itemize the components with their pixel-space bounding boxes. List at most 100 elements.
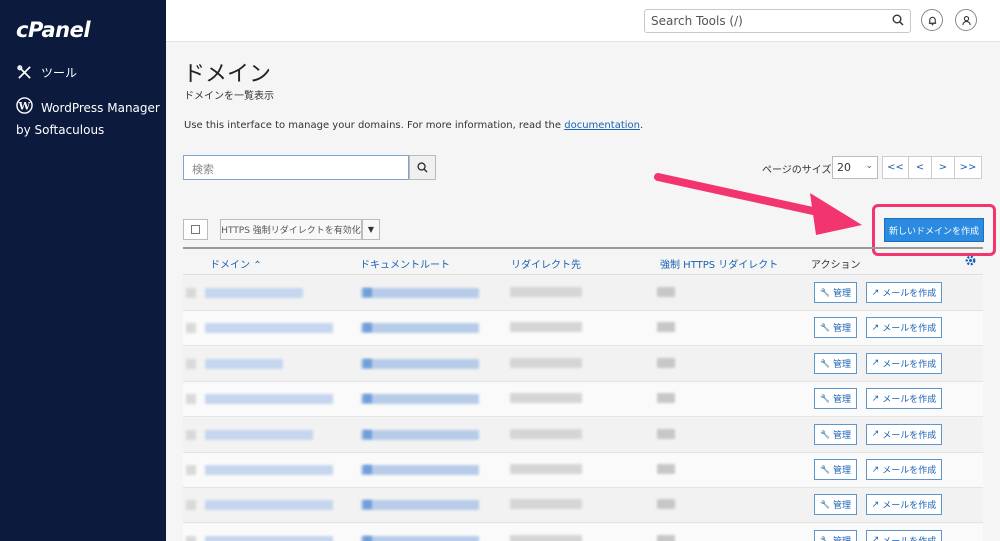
create-email-button[interactable]: ↗メールを作成 — [866, 459, 942, 480]
redacted-domain — [205, 465, 333, 475]
search-icon[interactable] — [892, 14, 904, 29]
external-link-icon: ↗ — [871, 464, 880, 475]
column-header-document-root[interactable]: ドキュメントルート — [360, 256, 450, 271]
manage-button[interactable]: 🔧管理 — [814, 282, 857, 303]
search-icon — [417, 162, 428, 173]
table-row: 🔧管理 ↗メールを作成 — [183, 488, 983, 524]
redacted-redirect — [510, 393, 582, 404]
table-header: ドメイン ⌃ ドキュメントルート リダイレクト先 強制 HTTPS リダイレクト… — [183, 247, 983, 275]
sidebar-item-label: ツール — [41, 66, 78, 80]
redacted-marker — [186, 288, 196, 298]
tools-icon — [16, 64, 33, 81]
redacted-root-marker — [363, 288, 372, 297]
search-tools-placeholder: Search Tools (/) — [651, 14, 743, 28]
external-link-icon: ↗ — [871, 535, 880, 541]
search-placeholder: 検索 — [192, 163, 214, 176]
gear-icon[interactable] — [964, 254, 977, 270]
redacted-root-marker — [363, 500, 372, 510]
redacted-marker — [186, 429, 196, 440]
redacted-redirect — [510, 464, 582, 474]
domain-search-input[interactable]: 検索 — [183, 155, 409, 180]
create-email-button[interactable]: ↗メールを作成 — [866, 282, 942, 303]
redacted-document-root — [361, 323, 479, 334]
manage-button[interactable]: 🔧管理 — [814, 529, 857, 541]
redacted-root-marker — [363, 394, 372, 404]
prev-page-button[interactable]: < — [908, 156, 932, 179]
documentation-link[interactable]: documentation — [564, 120, 640, 131]
redacted-domain — [205, 500, 333, 511]
user-menu-button[interactable] — [955, 9, 977, 31]
notifications-button[interactable] — [921, 9, 943, 31]
redacted-redirect — [510, 357, 582, 368]
manage-label: 管理 — [832, 289, 851, 299]
next-page-button[interactable]: > — [931, 156, 955, 179]
column-header-https-redirect[interactable]: 強制 HTTPS リダイレクト — [660, 256, 778, 271]
redacted-marker — [186, 535, 196, 541]
redacted-root-marker — [363, 535, 372, 541]
table-row: 🔧管理 ↗メールを作成 — [183, 417, 983, 453]
manage-label: 管理 — [832, 466, 851, 476]
intro-text: Use this interface to manage your domain… — [184, 120, 643, 131]
sort-up-icon: ⌃ — [253, 260, 262, 271]
manage-button[interactable]: 🔧管理 — [814, 423, 857, 445]
wrench-icon: 🔧 — [820, 465, 830, 474]
table-row: 🔧管理 ↗メールを作成 — [183, 346, 983, 382]
bulk-actions-dropdown[interactable]: ▼ — [362, 219, 380, 240]
manage-button[interactable]: 🔧管理 — [814, 352, 857, 374]
create-email-button[interactable]: ↗メールを作成 — [866, 352, 942, 374]
redacted-redirect — [510, 499, 582, 510]
page-title: ドメイン — [183, 62, 272, 87]
redacted-domain — [205, 394, 333, 405]
manage-button[interactable]: 🔧管理 — [814, 317, 857, 339]
sidebar-item-wordpress-manager[interactable]: W WordPress Manager by Softaculous — [16, 97, 160, 141]
manage-button[interactable]: 🔧管理 — [814, 459, 857, 480]
last-page-button[interactable]: >> — [954, 156, 982, 179]
external-link-icon: ↗ — [871, 393, 880, 404]
column-header-redirect[interactable]: リダイレクト先 — [511, 256, 581, 271]
wrench-icon: 🔧 — [820, 535, 830, 541]
intro-end: . — [639, 120, 644, 131]
redacted-domain — [205, 429, 313, 440]
user-icon — [961, 15, 971, 25]
table-row: 🔧管理 ↗メールを作成 — [183, 453, 983, 488]
create-email-label: メールを作成 — [882, 395, 937, 406]
redacted-https-status — [657, 393, 675, 404]
create-email-label: メールを作成 — [882, 324, 937, 335]
top-bar: Search Tools (/) — [166, 0, 1000, 42]
page-subtitle: ドメインを一覧表示 — [184, 91, 274, 102]
https-redirect-button[interactable]: HTTPS 強制リダイレクトを有効化 — [220, 219, 362, 240]
sidebar-item-label: WordPress Manager — [41, 101, 160, 115]
redacted-https-status — [657, 428, 675, 439]
create-email-label: メールを作成 — [882, 430, 937, 441]
cpanel-logo[interactable]: cPanel — [16, 18, 91, 42]
create-email-button[interactable]: ↗メールを作成 — [866, 388, 942, 410]
create-email-button[interactable]: ↗メールを作成 — [866, 529, 942, 541]
external-link-icon: ↗ — [871, 287, 880, 298]
manage-label: 管理 — [832, 324, 851, 335]
create-email-button[interactable]: ↗メールを作成 — [866, 423, 942, 445]
redacted-document-root — [361, 288, 479, 298]
redacted-redirect — [510, 428, 582, 439]
manage-button[interactable]: 🔧管理 — [814, 494, 857, 516]
create-email-button[interactable]: ↗メールを作成 — [866, 317, 942, 339]
redacted-domain — [205, 288, 303, 298]
create-new-domain-button[interactable]: 新しいドメインを作成 — [884, 218, 984, 242]
annotation-arrow-icon — [654, 173, 862, 235]
wrench-icon: 🔧 — [820, 288, 830, 297]
redacted-https-status — [657, 287, 675, 297]
column-header-domain[interactable]: ドメイン ⌃ — [210, 256, 262, 271]
first-page-button[interactable]: << — [882, 156, 909, 179]
create-email-label: メールを作成 — [882, 466, 937, 476]
redacted-redirect — [510, 322, 582, 333]
redacted-marker — [186, 465, 196, 475]
search-tools-input[interactable]: Search Tools (/) — [644, 9, 911, 33]
manage-label: 管理 — [832, 501, 851, 512]
sidebar-item-tools[interactable]: ツール — [16, 64, 77, 81]
header-label: ドメイン — [210, 260, 250, 271]
search-button[interactable] — [409, 155, 436, 180]
create-email-button[interactable]: ↗メールを作成 — [866, 494, 942, 516]
redacted-domain — [205, 323, 333, 334]
manage-button[interactable]: 🔧管理 — [814, 388, 857, 410]
select-all-checkbox[interactable] — [183, 219, 208, 240]
external-link-icon: ↗ — [871, 499, 880, 510]
